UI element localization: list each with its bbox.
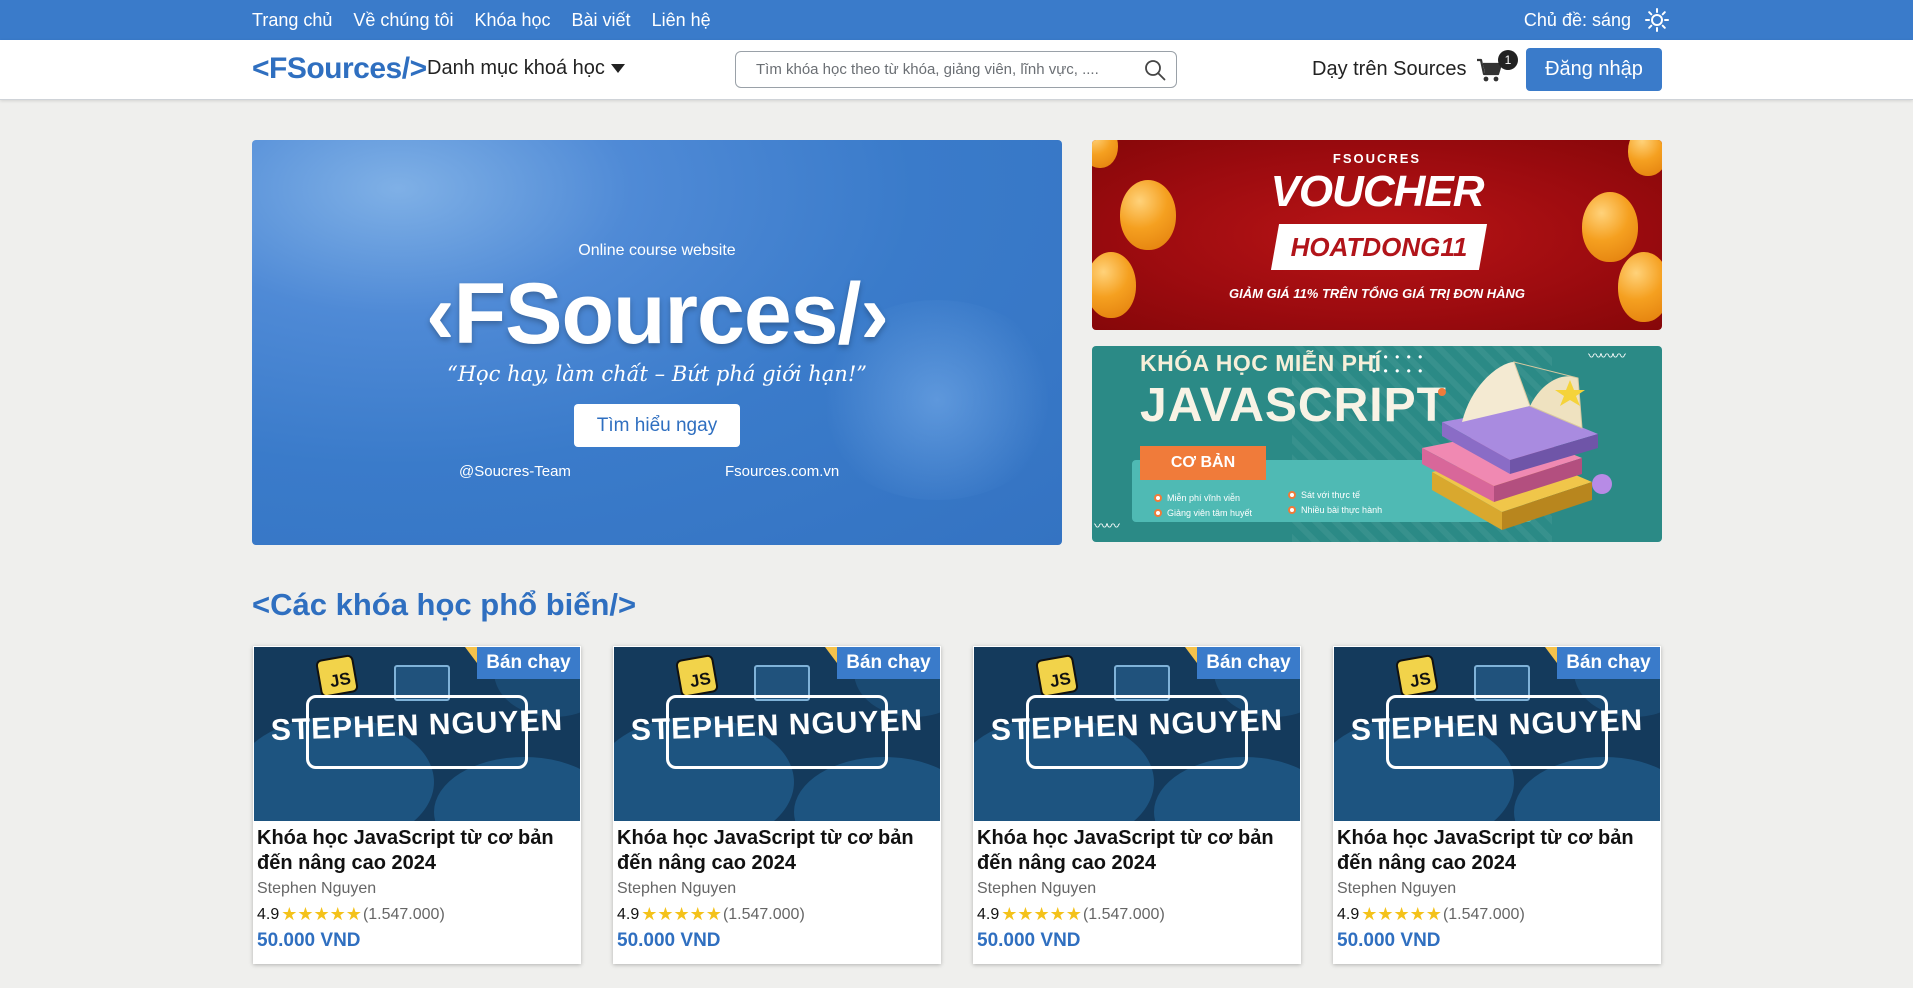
thumbnail-author-name: STEPHEN NGUYEN [1350,703,1644,748]
js-logo-icon: JS [1394,653,1440,699]
js-logo-icon: JS [314,653,360,699]
course-rating: 4.9 ★★★★★ (1.547.000) [257,904,445,925]
balloon-icon [1092,252,1136,318]
course-title[interactable]: Khóa học JavaScript từ cơ bản đến nâng c… [977,826,1299,876]
caret-down-icon [610,63,625,73]
cart-button[interactable]: 1 [1476,50,1518,86]
cart-count-badge: 1 [1498,50,1518,70]
nav-blog-link[interactable]: Bài viết [572,10,631,31]
course-thumbnail: JS STEPHEN NGUYEN Bán chạy [1334,647,1660,821]
review-count: (1.547.000) [362,905,445,923]
feature-item: Giảng viên tâm huyết [1154,508,1252,518]
course-card[interactable]: JS STEPHEN NGUYEN Bán chạy Khóa học Java… [973,646,1301,964]
rating-score: 4.9 [977,905,1000,923]
course-title[interactable]: Khóa học JavaScript từ cơ bản đến nâng c… [257,826,579,876]
course-author: Stephen Nguyen [1337,880,1457,897]
course-card[interactable]: JS STEPHEN NGUYEN Bán chạy Khóa học Java… [253,646,581,964]
hero-team: @Soucres-Team [459,463,571,480]
voucher-banner[interactable]: FSOUCRES VOUCHER HOATDONG11 GIẢM GIÁ 11%… [1092,140,1662,330]
course-rating: 4.9 ★★★★★ (1.547.000) [1337,904,1525,925]
course-rating: 4.9 ★★★★★ (1.547.000) [977,904,1165,925]
search-input[interactable] [756,52,1136,87]
search-icon[interactable] [1144,59,1166,81]
review-count: (1.547.000) [1082,905,1165,923]
course-card[interactable]: JS STEPHEN NGUYEN Bán chạy Khóa học Java… [1333,646,1661,964]
bestseller-badge: Bán chạy [837,647,940,679]
site-logo[interactable]: <FSources/> [252,52,427,86]
star-rating-icon: ★★★★★ [641,904,722,924]
course-rating: 4.9 ★★★★★ (1.547.000) [617,904,805,925]
star-rating-icon: ★★★★★ [1361,904,1442,924]
course-author: Stephen Nguyen [257,880,377,897]
learn-more-button[interactable]: Tìm hiểu ngay [574,404,740,447]
rating-score: 4.9 [617,905,640,923]
hero-quote: “Học hay, làm chất – Bứt phá giới hạn!” [446,362,868,386]
hero-title: ‹FSources/› [425,266,889,362]
course-price: 50.000 VND [617,930,721,951]
bestseller-badge: Bán chạy [1557,647,1660,679]
top-nav: Trang chủ Về chúng tôi Khóa học Bài viết… [252,0,711,40]
thumbnail-author-name: STEPHEN NGUYEN [270,703,564,748]
books-icon [1422,361,1612,530]
popular-courses-title: <Các khóa học phổ biến/> [252,587,637,622]
course-thumbnail: JS STEPHEN NGUYEN Bán chạy [974,647,1300,821]
course-thumbnail: JS STEPHEN NGUYEN Bán chạy [254,647,580,821]
main-header: <FSources/> Danh mục khoá học Dạy trên S… [0,40,1913,100]
banner-line-2: JAVASCRIPT [1140,379,1447,432]
voucher-code: HOATDONG11 [1290,232,1468,262]
course-price: 50.000 VND [977,930,1081,951]
nav-courses-link[interactable]: Khóa học [474,10,550,31]
hero-site: Fsources.com.vn [725,463,840,480]
course-price: 50.000 VND [257,930,361,951]
hero-banner: Online course website ‹FSources/› “Học h… [252,140,1062,545]
course-thumbnail: JS STEPHEN NGUYEN Bán chạy [614,647,940,821]
nav-contact-link[interactable]: Liên hệ [652,10,711,31]
bestseller-badge: Bán chạy [477,647,580,679]
hero-subtitle: Online course website [578,242,736,259]
voucher-description: GIẢM GIÁ 11% TRÊN TỔNG GIÁ TRỊ ĐƠN HÀNG [1229,286,1525,301]
rating-score: 4.9 [1337,905,1360,923]
teach-link[interactable]: Dạy trên Sources [1312,58,1467,81]
course-title[interactable]: Khóa học JavaScript từ cơ bản đến nâng c… [1337,826,1659,876]
course-title[interactable]: Khóa học JavaScript từ cơ bản đến nâng c… [617,826,939,876]
course-author: Stephen Nguyen [617,880,737,897]
theme-toggle[interactable]: Chủ đề: sáng [1524,0,1669,40]
star-rating-icon: ★★★★★ [1001,904,1082,924]
js-logo-icon: JS [1034,653,1080,699]
js-logo-icon: JS [674,653,720,699]
review-count: (1.547.000) [1442,905,1525,923]
login-button[interactable]: Đăng nhập [1526,48,1662,91]
search-box [735,51,1177,88]
nav-about-link[interactable]: Về chúng tôi [353,10,453,31]
course-price: 50.000 VND [1337,930,1441,951]
bestseller-badge: Bán chạy [1197,647,1300,679]
top-bar: Trang chủ Về chúng tôi Khóa học Bài viết… [0,0,1913,40]
feature-item: Miễn phí vĩnh viễn [1154,493,1240,503]
feature-item: Nhiều bài thực hành [1288,505,1382,515]
thumbnail-author-name: STEPHEN NGUYEN [990,703,1284,748]
free-js-course-banner[interactable]: • • • • • • • • • • 〰〰〰 〰〰 KHÓA HỌC MIỄN … [1092,346,1662,542]
nav-home-link[interactable]: Trang chủ [252,10,332,31]
level-tag: CƠ BẢN [1140,446,1266,480]
banner-line-1: KHÓA HỌC MIỄN PHÍ [1140,350,1382,376]
voucher-title: VOUCHER [1270,167,1484,216]
zigzag-decoration: 〰〰 [1094,518,1120,534]
star-rating-icon: ★★★★★ [281,904,362,924]
feature-item: Sát với thực tế [1288,490,1360,500]
review-count: (1.547.000) [722,905,805,923]
theme-label: Chủ đề: sáng [1523,9,1631,30]
sun-icon[interactable] [1645,8,1669,32]
course-catalog-dropdown[interactable]: Danh mục khoá học [427,57,625,80]
rating-score: 4.9 [257,905,280,923]
course-author: Stephen Nguyen [977,880,1097,897]
course-card[interactable]: JS STEPHEN NGUYEN Bán chạy Khóa học Java… [613,646,941,964]
catalog-label: Danh mục khoá học [427,57,605,79]
voucher-brand: FSOUCRES [1332,151,1422,166]
thumbnail-author-name: STEPHEN NGUYEN [630,703,924,748]
